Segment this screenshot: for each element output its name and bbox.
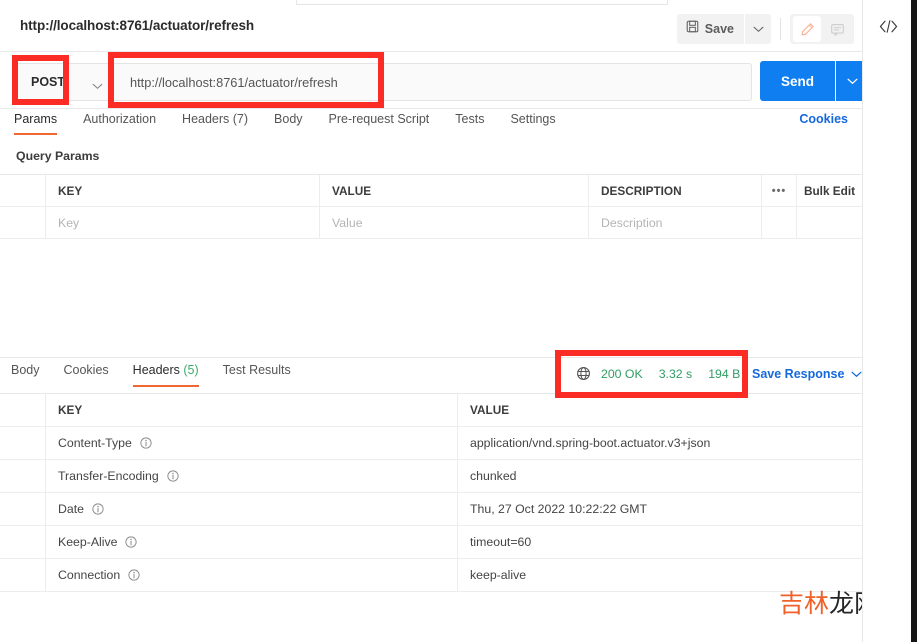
- response-header-key: Content-Type: [46, 427, 458, 459]
- response-size-text: 194 B: [708, 366, 741, 381]
- watermark-part-1: 吉林: [779, 589, 830, 618]
- tab-tests[interactable]: Tests: [455, 112, 484, 135]
- url-input-value: http://localhost:8761/actuator/refresh: [130, 74, 338, 90]
- param-value-input[interactable]: Value: [320, 207, 589, 238]
- table-header-row: KEY VALUE DESCRIPTION ••• Bulk Edit: [0, 175, 862, 207]
- save-icon: [686, 20, 699, 38]
- query-params-table: KEY VALUE DESCRIPTION ••• Bulk Edit Key …: [0, 174, 862, 239]
- column-header-description: DESCRIPTION: [589, 175, 762, 206]
- row-spacer-cell: [0, 559, 46, 591]
- response-header-key: Transfer-Encoding: [46, 460, 458, 492]
- table-row: Content-Type application/vnd.spring-boot…: [0, 427, 862, 460]
- response-header-value: timeout=60: [470, 535, 532, 549]
- globe-icon: [576, 366, 591, 381]
- response-tab-headers-count: (5): [179, 363, 199, 377]
- response-header-key-label: Content-Type: [58, 436, 132, 450]
- row-spacer-bulk: [797, 207, 862, 238]
- response-separator: [0, 357, 862, 358]
- response-header-key-label: Keep-Alive: [58, 535, 118, 549]
- cookies-link[interactable]: Cookies: [799, 112, 848, 126]
- select-all-cell[interactable]: [0, 175, 46, 206]
- status-code-text: 200 OK: [601, 366, 643, 381]
- request-title-bar: http://localhost:8761/actuator/refresh S…: [0, 5, 862, 52]
- table-row: Connection keep-alive: [0, 559, 862, 592]
- response-table-header-row: KEY VALUE: [0, 394, 862, 427]
- http-method-label: POST: [31, 75, 66, 89]
- method-chevron-down-icon: [92, 77, 103, 95]
- tab-body[interactable]: Body: [274, 112, 303, 135]
- url-input[interactable]: http://localhost:8761/actuator/refresh: [112, 63, 752, 101]
- response-tabs: Body Cookies Headers (5) Test Results: [0, 363, 520, 392]
- row-spacer-cell: [0, 526, 46, 558]
- response-header-key-label: Transfer-Encoding: [58, 469, 159, 483]
- tab-params[interactable]: Params: [14, 112, 58, 135]
- code-snippet-icon[interactable]: [875, 15, 901, 37]
- row-checkbox-cell[interactable]: [0, 207, 46, 238]
- table-row: Keep-Alive timeout=60: [0, 526, 862, 559]
- table-row: Key Value Description: [0, 207, 862, 239]
- info-icon[interactable]: [128, 569, 140, 581]
- param-description-input[interactable]: Description: [589, 207, 762, 238]
- send-button-label: Send: [780, 73, 814, 89]
- save-response-label: Save Response: [752, 367, 845, 381]
- response-header-key: Keep-Alive: [46, 526, 458, 558]
- response-status-group: 200 OK 3.32 s 194 B: [576, 366, 756, 381]
- tab-headers[interactable]: Headers (7): [182, 112, 248, 135]
- tab-authorization[interactable]: Authorization: [83, 112, 156, 135]
- response-header-key-label: Date: [58, 502, 84, 516]
- response-header-spacer-cell: [0, 394, 46, 426]
- info-icon[interactable]: [140, 437, 152, 449]
- postman-window: http://localhost:8761/actuator/refresh S…: [0, 0, 917, 642]
- response-tab-cookies[interactable]: Cookies: [64, 363, 109, 387]
- response-header-value: keep-alive: [470, 568, 527, 582]
- info-icon[interactable]: [125, 536, 138, 548]
- comment-icon[interactable]: [823, 16, 851, 42]
- response-header-value: application/vnd.spring-boot.actuator.v3+…: [470, 436, 711, 450]
- row-spacer-dots: [762, 207, 797, 238]
- save-button[interactable]: Save: [676, 14, 744, 44]
- request-tabs: Params Authorization Headers (7) Body Pr…: [0, 112, 862, 141]
- http-method-selector[interactable]: POST: [16, 63, 112, 101]
- bulk-edit-button[interactable]: Bulk Edit: [797, 175, 862, 206]
- row-spacer-cell: [0, 460, 46, 492]
- row-spacer-cell: [0, 493, 46, 525]
- table-row: Date Thu, 27 Oct 2022 10:22:22 GMT: [0, 493, 862, 526]
- edit-pencil-icon[interactable]: [793, 16, 821, 42]
- window-edge: [911, 0, 917, 642]
- title-icon-group: [790, 14, 854, 44]
- response-header-key-label: Connection: [58, 568, 121, 582]
- save-response-chevron-down-icon: [851, 367, 862, 381]
- response-tab-test-results[interactable]: Test Results: [223, 363, 291, 387]
- column-header-key: KEY: [46, 175, 320, 206]
- page-title: http://localhost:8761/actuator/refresh: [20, 18, 255, 33]
- response-header-value: chunked: [470, 469, 517, 483]
- table-row: Transfer-Encoding chunked: [0, 460, 862, 493]
- tab-settings[interactable]: Settings: [510, 112, 555, 135]
- save-options-chevron-down-icon[interactable]: [745, 14, 771, 44]
- response-time-text: 3.32 s: [658, 366, 693, 381]
- response-headers-table: KEY VALUE Content-Type application/vnd.s…: [0, 393, 862, 592]
- row-spacer-cell: [0, 427, 46, 459]
- response-tab-body[interactable]: Body: [11, 363, 40, 387]
- response-column-header-key: KEY: [46, 394, 458, 426]
- response-header-value: Thu, 27 Oct 2022 10:22:22 GMT: [470, 502, 648, 516]
- toolbar-divider: [780, 18, 781, 40]
- response-tab-headers[interactable]: Headers (5): [132, 363, 199, 387]
- column-header-value: VALUE: [320, 175, 589, 206]
- more-options-icon[interactable]: •••: [762, 175, 797, 206]
- tab-pre-request-script[interactable]: Pre-request Script: [329, 112, 430, 135]
- param-key-input[interactable]: Key: [46, 207, 320, 238]
- save-button-label: Save: [704, 22, 734, 36]
- response-tab-headers-label: Headers: [132, 363, 180, 377]
- response-column-header-value: VALUE: [470, 403, 510, 417]
- query-params-label: Query Params: [16, 149, 100, 163]
- title-actions: Save: [676, 14, 854, 44]
- right-sidebar: [862, 0, 911, 642]
- response-header-key: Connection: [46, 559, 458, 591]
- save-response-button[interactable]: Save Response: [752, 367, 862, 381]
- info-icon[interactable]: [92, 503, 104, 515]
- response-header-key: Date: [46, 493, 458, 525]
- info-icon[interactable]: [167, 470, 179, 482]
- send-button[interactable]: Send: [760, 61, 835, 101]
